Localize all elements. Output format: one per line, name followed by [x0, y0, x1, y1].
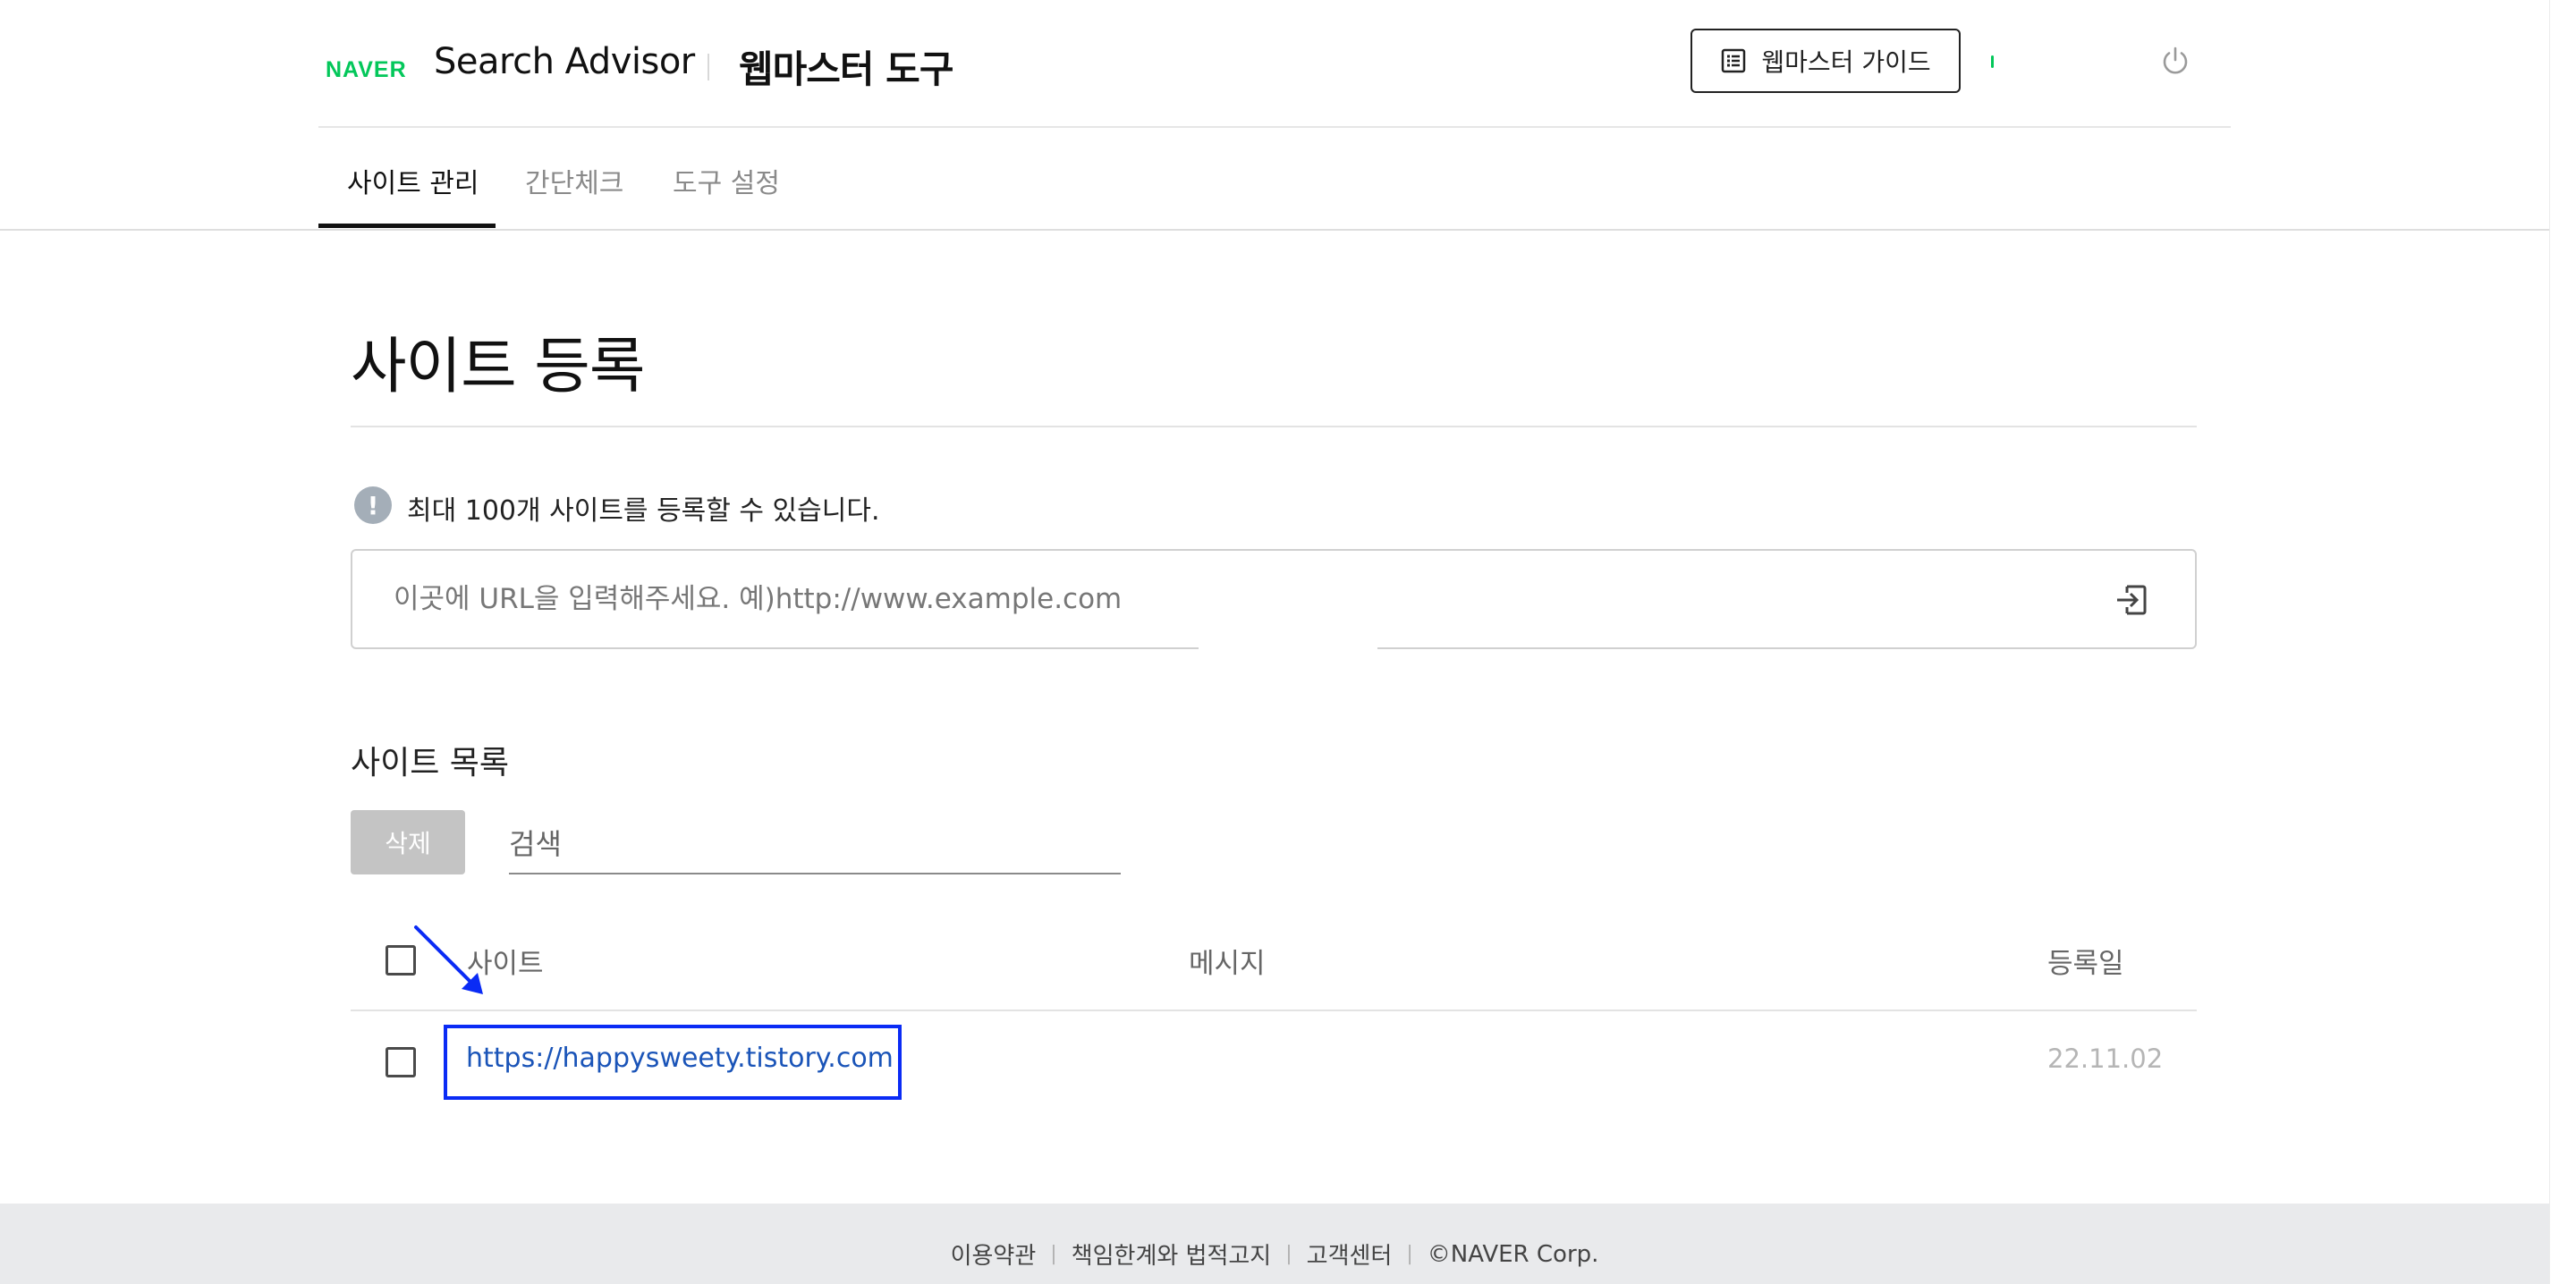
page-title: 사이트 등록	[351, 332, 645, 402]
footer-link-legal[interactable]: 책임한계와 법적고지	[1072, 1238, 1272, 1271]
url-input[interactable]	[394, 572, 2093, 626]
select-all-checkbox[interactable]	[386, 945, 416, 976]
guide-button-label: 웹마스터 가이드	[1761, 47, 1931, 77]
notice-text: 최대 100개 사이트를 등록할 수 있습니다.	[407, 495, 880, 527]
url-box-gap	[1199, 645, 1377, 651]
footer-separator: |	[1285, 1243, 1292, 1265]
tab-tool-settings[interactable]: 도구 설정	[673, 161, 780, 200]
active-tab-indicator	[318, 224, 496, 228]
site-url-link[interactable]: https://happysweety.tistory.com	[466, 1043, 894, 1074]
footer-copyright[interactable]: ©NAVER Corp.	[1428, 1241, 1599, 1268]
footer-link-terms[interactable]: 이용약관	[951, 1238, 1037, 1271]
footer-links: 이용약관 | 책임한계와 법적고지 | 고객센터 | ©NAVER Corp.	[0, 1238, 2549, 1271]
brand-divider	[708, 54, 709, 80]
column-header-site: 사이트	[467, 948, 544, 980]
tab-quick-check[interactable]: 간단체크	[525, 161, 623, 200]
power-icon[interactable]	[2159, 45, 2191, 77]
search-input[interactable]	[509, 815, 1121, 874]
naver-logo[interactable]: NAVER	[326, 57, 407, 83]
webmaster-tool-title: 웹마스터 도구	[739, 47, 953, 91]
tabs-divider	[0, 229, 2549, 231]
footer-link-support[interactable]: 고객센터	[1307, 1238, 1393, 1271]
row-registration-date: 22.11.02	[2047, 1043, 2164, 1074]
delete-button[interactable]: 삭제	[351, 810, 465, 874]
profile-indicator	[1991, 55, 1994, 68]
footer-separator: |	[1050, 1243, 1057, 1265]
column-header-message: 메시지	[1189, 948, 1266, 980]
column-header-date[interactable]: 등록일	[2047, 941, 2124, 981]
title-divider	[351, 426, 2197, 427]
submit-enter-icon[interactable]	[2113, 581, 2150, 619]
list-document-icon	[1722, 48, 1746, 73]
search-advisor-brand[interactable]: Search Advisor	[434, 41, 695, 82]
tab-site-management[interactable]: 사이트 관리	[347, 161, 479, 200]
header-divider	[318, 126, 2231, 128]
table-header-divider	[351, 1009, 2197, 1011]
site-list-title: 사이트 목록	[351, 745, 510, 781]
info-icon: !	[354, 486, 392, 524]
webmaster-guide-button[interactable]: 웹마스터 가이드	[1690, 29, 1961, 93]
scrollbar[interactable]	[2549, 0, 2576, 1284]
footer-separator: |	[1406, 1243, 1413, 1265]
row-checkbox[interactable]	[386, 1047, 416, 1077]
